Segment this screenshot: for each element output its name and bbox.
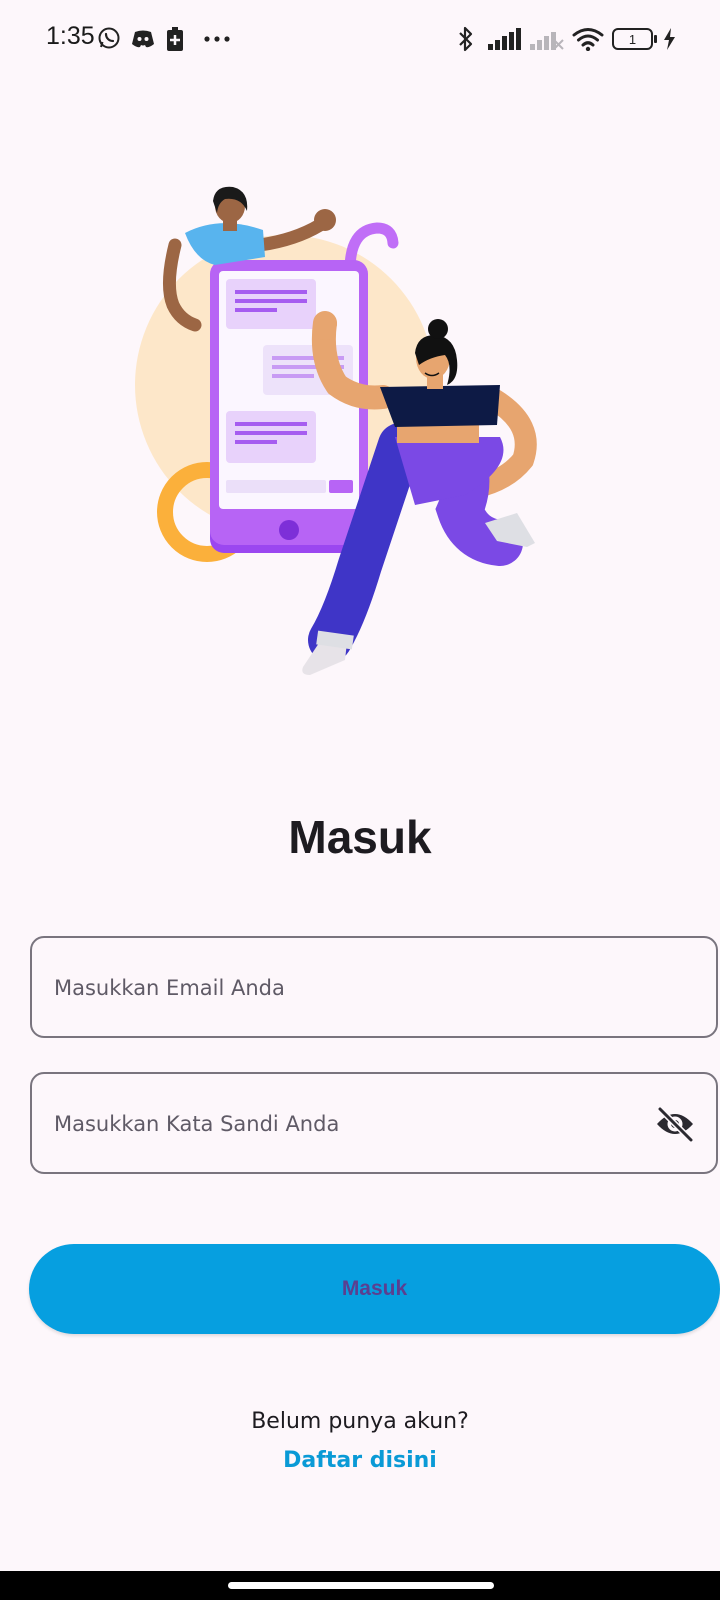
email-input[interactable] [52, 938, 616, 1038]
visibility-off-icon[interactable] [654, 1106, 696, 1142]
page-title: Masuk [288, 811, 432, 863]
whatsapp-icon [98, 27, 120, 49]
signal-icon [488, 28, 521, 50]
more-dots-icon [204, 36, 230, 42]
login-button[interactable]: Masuk [29, 1244, 720, 1334]
bluetooth-icon [459, 26, 473, 52]
register-link[interactable]: Daftar disini [0, 1448, 720, 1473]
battery-icon: 1 [612, 28, 657, 50]
charging-icon [664, 28, 675, 50]
password-input[interactable] [52, 1074, 616, 1174]
email-field[interactable] [30, 936, 718, 1038]
hero-illustration [135, 186, 537, 675]
svg-text:1: 1 [629, 32, 636, 47]
status-bar: 1:35 1 [0, 0, 720, 80]
wifi-icon [572, 28, 604, 51]
battery-saver-icon [167, 27, 183, 51]
no-account-text: Belum punya akun? [251, 1409, 469, 1434]
signal-no-service-icon [530, 32, 564, 50]
home-indicator[interactable] [228, 1582, 494, 1589]
status-time: 1:35 [46, 22, 95, 50]
discord-icon [132, 30, 154, 48]
navigation-bar [0, 1571, 720, 1600]
password-field[interactable] [30, 1072, 718, 1174]
